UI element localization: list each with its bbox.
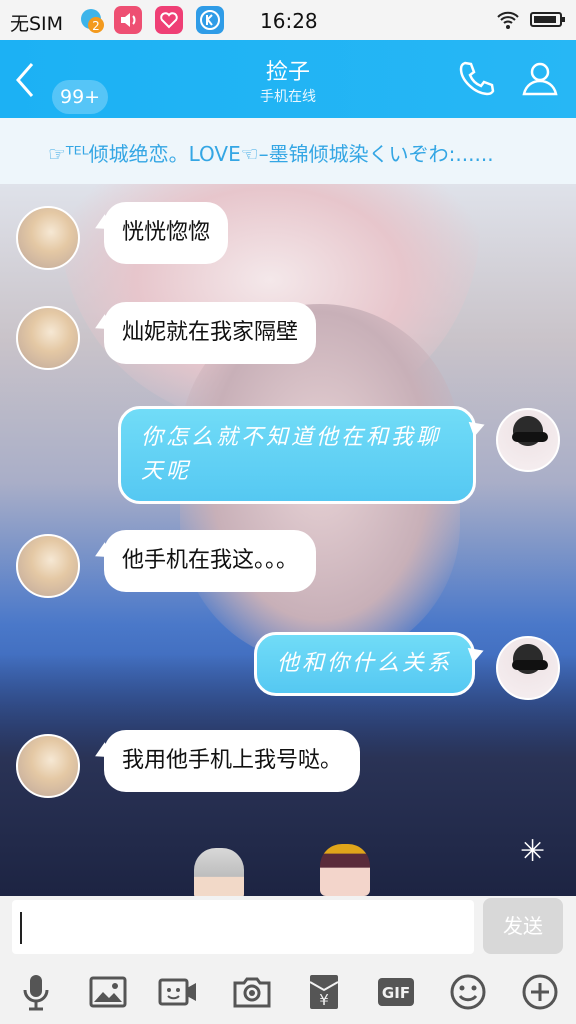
input-toolbar: ¥ GIF (0, 960, 576, 1024)
heart-app-icon (155, 6, 183, 34)
character-sticker[interactable] (320, 844, 370, 896)
my-avatar[interactable] (496, 408, 560, 472)
contact-avatar[interactable] (16, 206, 80, 270)
qq-notification-icon: 2 (78, 6, 106, 34)
message-bubble-left[interactable]: 灿妮就在我家隔壁 (104, 302, 317, 364)
message-bubble-left[interactable]: 恍恍惚惚 (104, 202, 229, 264)
chat-area[interactable]: ✳ 恍恍惚惚 灿妮就在我家隔壁 你怎么就不知道他在和我聊天呢 他手机在我这。。。… (0, 184, 576, 896)
person-icon (522, 62, 558, 96)
plus-icon[interactable] (520, 972, 560, 1012)
my-avatar[interactable] (496, 636, 560, 700)
battery-icon (530, 12, 565, 27)
phone-icon (459, 61, 495, 96)
message-bubble-left[interactable]: 我用他手机上我号哒。 (104, 730, 361, 792)
status-bar: 无SIM 2 16:28 (0, 0, 576, 40)
message-bubble-right[interactable]: 你怎么就不知道他在和我聊天呢 (118, 406, 476, 504)
red-packet-label: ¥ (319, 991, 329, 1009)
contact-avatar[interactable] (16, 534, 80, 598)
gif-label: GIF (382, 984, 410, 1002)
video-icon[interactable] (158, 972, 198, 1012)
microphone-icon[interactable] (16, 972, 56, 1012)
input-bar: 发送 (0, 896, 576, 960)
image-icon[interactable] (88, 972, 128, 1012)
wifi-icon (496, 10, 520, 35)
emoji-icon[interactable] (448, 972, 488, 1012)
contact-avatar[interactable] (16, 734, 80, 798)
red-packet-icon[interactable]: ¥ (304, 972, 344, 1012)
k-app-icon (196, 6, 224, 34)
send-button[interactable]: 发送 (483, 898, 563, 954)
qq-badge-count: 2 (92, 19, 100, 33)
message-bubble-right[interactable]: 他和你什么关系 (254, 632, 476, 696)
chat-header: 99+ 捡子 手机在线 (0, 40, 576, 118)
carrier-label: 无SIM (10, 13, 64, 35)
contact-signature-banner[interactable]: ☞ᵀᴱᴸ倾城绝恋。LOVE☜–墨锦倾城染くいぞわ:...... (0, 118, 576, 184)
text-caret (20, 912, 22, 944)
volume-app-icon (114, 6, 142, 34)
profile-button[interactable] (520, 58, 560, 98)
character-sticker[interactable] (194, 848, 244, 896)
signature-text: ☞ᵀᴱᴸ倾城绝恋。LOVE☜–墨锦倾城染くいぞわ:...... (48, 142, 494, 166)
gif-icon[interactable]: GIF (376, 972, 416, 1012)
message-input[interactable] (12, 900, 474, 954)
message-bubble-left[interactable]: 他手机在我这。。。 (104, 530, 317, 592)
camera-icon[interactable] (232, 972, 272, 1012)
clock: 16:28 (260, 9, 318, 33)
contact-avatar[interactable] (16, 306, 80, 370)
call-button[interactable] (456, 58, 496, 98)
background-logo: ✳ (520, 834, 546, 869)
